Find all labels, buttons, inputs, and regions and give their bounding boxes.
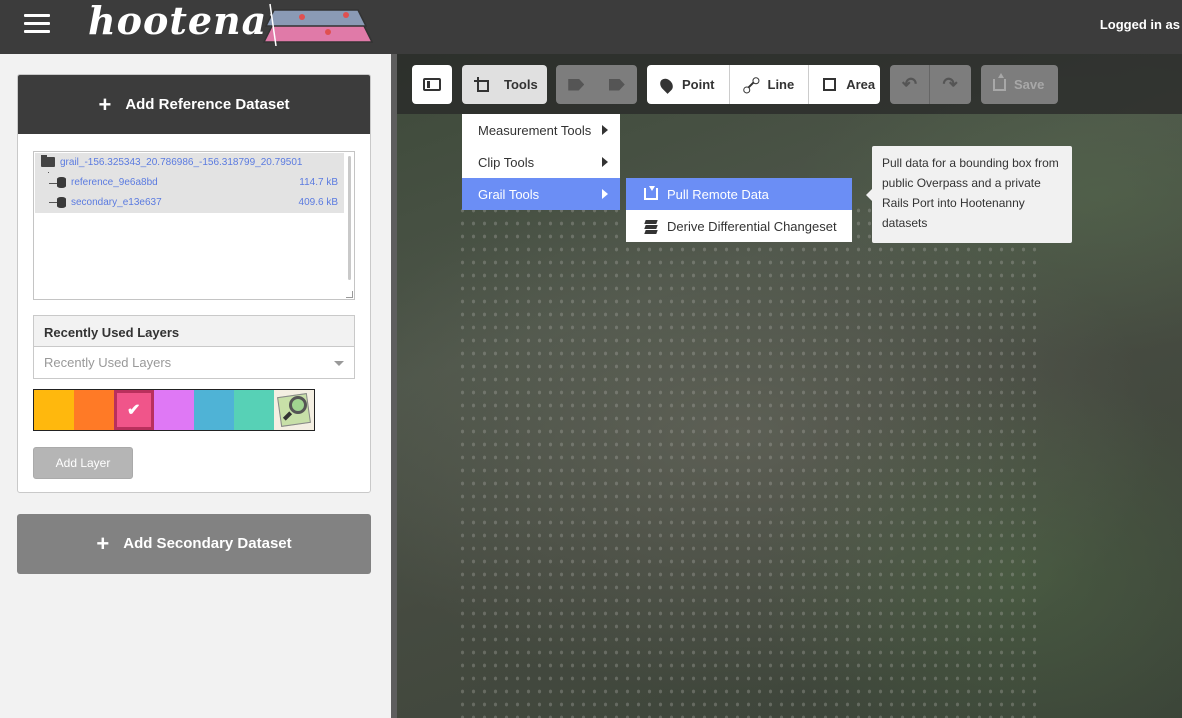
magnifier-icon — [289, 396, 307, 414]
recent-layers-placeholder: Recently Used Layers — [44, 355, 172, 370]
tree-dataset-row[interactable]: reference_9e6a8bd 114.7 kB — [35, 173, 344, 193]
menu-item-grail-tools[interactable]: Grail Tools — [462, 178, 620, 210]
redo-icon: ↷ — [942, 74, 958, 94]
map-layers-logo-icon — [262, 3, 374, 46]
dataset-name: secondary_e13e637 — [71, 197, 162, 208]
folder-icon — [41, 155, 55, 167]
tree-scrollbar[interactable] — [348, 156, 351, 280]
area-icon — [823, 78, 837, 91]
recent-layers-title: Recently Used Layers — [34, 316, 354, 347]
pull-remote-data-tooltip: Pull data for a bounding box from public… — [866, 146, 1072, 243]
menu-item-label: Derive Differential Changeset — [667, 218, 837, 234]
dataset-name: reference_9e6a8bd — [71, 177, 158, 188]
color-swatch-teal[interactable] — [234, 390, 274, 430]
menu-item-pull-remote-data[interactable]: Pull Remote Data — [626, 178, 852, 210]
add-secondary-dataset-button[interactable]: + Add Secondary Dataset — [17, 514, 371, 573]
line-icon — [744, 78, 757, 91]
dataset-size: 114.7 kB — [299, 177, 338, 188]
paste-tags-button[interactable] — [597, 65, 638, 104]
undo-button[interactable]: ↶ — [890, 65, 930, 104]
recent-layers-select[interactable]: Recently Used Layers — [34, 347, 354, 378]
tree-folder-row[interactable]: grail_-156.325343_20.786986_-156.318799_… — [35, 153, 344, 173]
tools-label: Tools — [504, 77, 538, 92]
hamburger-menu-icon[interactable] — [24, 14, 50, 36]
undo-redo-group: ↶ ↷ — [890, 65, 971, 104]
color-swatch-yellow[interactable] — [34, 390, 74, 430]
point-label: Point — [682, 77, 715, 92]
layer-color-palette: ✔ — [33, 389, 315, 431]
caret-down-icon — [334, 361, 344, 366]
tools-button[interactable]: Tools — [462, 65, 547, 104]
copy-tags-button[interactable] — [556, 65, 597, 104]
color-swatch-violet[interactable] — [154, 390, 194, 430]
download-icon — [644, 186, 658, 200]
tags-icon — [608, 78, 625, 91]
point-marker-icon — [657, 75, 676, 94]
osm-map-icon[interactable] — [274, 390, 314, 430]
add-point-button[interactable]: Point — [647, 65, 730, 104]
line-label: Line — [767, 77, 795, 92]
caret-right-icon — [602, 189, 608, 199]
add-reference-label: Add Reference Dataset — [125, 96, 290, 113]
save-button[interactable]: Save — [981, 65, 1058, 104]
crop-icon — [474, 76, 490, 93]
caret-right-icon — [602, 157, 608, 167]
plus-icon: + — [98, 91, 112, 117]
save-label: Save — [1014, 77, 1045, 92]
menu-item-label: Pull Remote Data — [667, 186, 769, 202]
database-icon — [57, 197, 66, 208]
reference-dataset-panel: + Add Reference Dataset grail_-156.32534… — [17, 74, 371, 493]
add-layer-button[interactable]: Add Layer — [33, 447, 133, 479]
tools-dropdown-menu: Measurement Tools Clip Tools Grail Tools — [462, 114, 620, 210]
color-swatch-blue[interactable] — [194, 390, 234, 430]
menu-item-clip-tools[interactable]: Clip Tools — [462, 146, 620, 178]
checkmark-icon: ✔ — [127, 402, 141, 419]
map-imagery — [457, 204, 1037, 718]
upload-icon — [993, 72, 1006, 91]
database-icon — [57, 177, 66, 188]
grail-tools-submenu: Pull Remote Data Derive Differential Cha… — [626, 178, 852, 242]
plus-icon: + — [96, 530, 110, 556]
sidebar: + Add Reference Dataset grail_-156.32534… — [0, 54, 391, 718]
secondary-dataset-panel: + Add Secondary Dataset — [17, 514, 371, 574]
layers-icon — [644, 219, 658, 234]
color-swatch-pink[interactable]: ✔ — [114, 390, 154, 430]
caret-right-icon — [602, 125, 608, 135]
sidebar-toggle-button[interactable] — [412, 65, 452, 104]
magnifier-handle — [282, 411, 293, 421]
menu-item-measurement-tools[interactable]: Measurement Tools — [462, 114, 620, 146]
dataset-size: 409.6 kB — [298, 197, 338, 208]
sidebar-toggle-icon — [423, 78, 441, 91]
folder-name: grail_-156.325343_20.786986_-156.318799_… — [60, 157, 303, 168]
color-swatch-orange[interactable] — [74, 390, 114, 430]
add-secondary-label: Add Secondary Dataset — [123, 535, 292, 552]
draw-tools-group: Point Line Area — [647, 65, 880, 104]
add-area-button[interactable]: Area — [809, 65, 889, 104]
tag-icon — [568, 78, 585, 91]
menu-item-label: Clip Tools — [478, 154, 535, 170]
dataset-tree[interactable]: grail_-156.325343_20.786986_-156.318799_… — [33, 151, 355, 300]
add-reference-dataset-button[interactable]: + Add Reference Dataset — [18, 75, 370, 134]
resize-handle[interactable] — [346, 291, 353, 298]
tree-connector — [49, 202, 57, 203]
recently-used-layers: Recently Used Layers Recently Used Layer… — [33, 315, 355, 379]
add-line-button[interactable]: Line — [730, 65, 810, 104]
menu-item-derive-differential-changeset[interactable]: Derive Differential Changeset — [626, 210, 852, 242]
redo-button[interactable]: ↷ — [930, 65, 970, 104]
area-label: Area — [846, 77, 876, 92]
menu-item-label: Grail Tools — [478, 186, 540, 202]
menu-item-label: Measurement Tools — [478, 122, 592, 138]
tag-tools-group — [556, 65, 637, 104]
tree-connector — [49, 183, 57, 184]
undo-icon: ↶ — [901, 74, 918, 94]
tree-dataset-row[interactable]: secondary_e13e637 409.6 kB — [35, 193, 344, 213]
app-header: hootenanny Logged in as — [0, 0, 1182, 54]
map-canvas[interactable]: Tools Point Line Area ↶ ↷ Save Measureme… — [397, 54, 1182, 718]
login-status[interactable]: Logged in as — [1100, 17, 1180, 32]
